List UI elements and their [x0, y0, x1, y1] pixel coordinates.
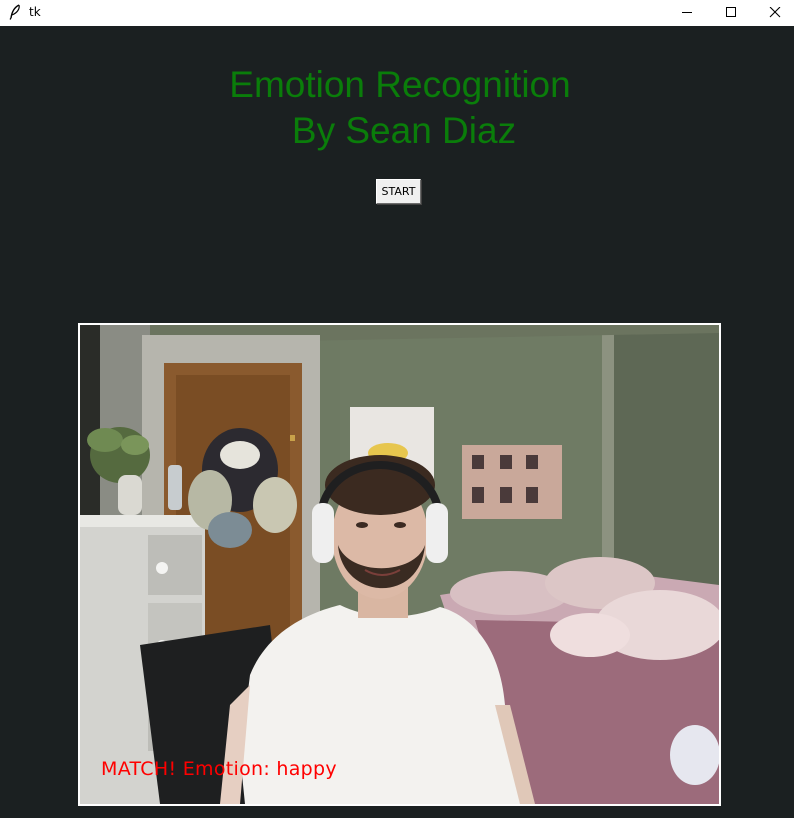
- app-heading-title: Emotion Recognition: [229, 64, 571, 105]
- close-button[interactable]: [752, 0, 794, 26]
- feather-icon: [8, 4, 22, 20]
- webcam-frame-image: [80, 325, 719, 804]
- start-button[interactable]: START: [376, 179, 421, 204]
- maximize-icon: [726, 7, 736, 17]
- minimize-icon: [682, 12, 692, 13]
- app-heading-author: By Sean Diaz: [291, 110, 517, 151]
- webcam-video-feed: MATCH! Emotion: happy: [78, 323, 721, 806]
- window-title: tk: [29, 5, 41, 19]
- maximize-button[interactable]: [708, 0, 754, 26]
- emotion-overlay-text: MATCH! Emotion: happy: [101, 758, 337, 780]
- close-icon: [769, 7, 781, 18]
- minimize-button[interactable]: [664, 0, 710, 26]
- window-titlebar[interactable]: tk: [0, 0, 794, 26]
